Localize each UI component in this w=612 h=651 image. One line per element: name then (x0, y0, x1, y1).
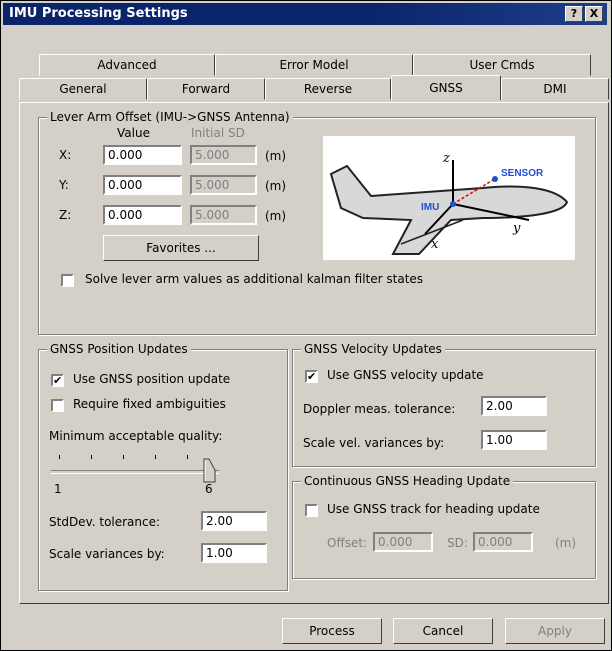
doppler-tolerance-label: Doppler meas. tolerance: (303, 402, 456, 416)
window-title: IMU Processing Settings (9, 6, 188, 21)
use-gnss-position-label: Use GNSS position update (73, 372, 231, 386)
value-header: Value (117, 126, 150, 140)
process-button[interactable]: Process (282, 618, 382, 644)
scale-variances-field[interactable]: 1.00 (201, 543, 267, 563)
quality-tick (155, 455, 156, 459)
apply-button: Apply (505, 618, 605, 644)
z-unit: (m) (265, 209, 287, 223)
imu-settings-dialog: IMU Processing Settings ? X Advanced Err… (0, 0, 612, 651)
y-unit: (m) (265, 179, 287, 193)
diagram-z-label: z (442, 151, 450, 166)
title-bar: IMU Processing Settings ? X (3, 3, 607, 25)
require-fixed-label: Require fixed ambiguities (73, 397, 226, 411)
heading-update-legend: Continuous GNSS Heading Update (301, 474, 514, 488)
tab-advanced[interactable]: Advanced (39, 54, 215, 76)
diagram-x-label: x (431, 237, 439, 252)
heading-unit: (m) (555, 536, 577, 550)
gnss-velocity-group: GNSS Velocity Updates ✔ Use GNSS velocit… (292, 342, 596, 467)
quality-label: Minimum acceptable quality: (49, 429, 223, 443)
tab-gnss[interactable]: GNSS (391, 75, 501, 100)
heading-sd-label: SD: (447, 536, 468, 550)
gnss-position-legend: GNSS Position Updates (47, 342, 191, 356)
quality-max-label: 6 (205, 482, 213, 496)
stddev-tolerance-label: StdDev. tolerance: (49, 515, 161, 529)
diagram-y-label: y (512, 221, 521, 236)
initial-sd-header: Initial SD (191, 126, 245, 140)
lever-arm-group: Lever Arm Offset (IMU->GNSS Antenna) Val… (38, 110, 596, 335)
scale-vel-variances-field[interactable]: 1.00 (481, 430, 547, 450)
quality-min-label: 1 (54, 482, 62, 496)
gnss-position-group: GNSS Position Updates ✔ Use GNSS positio… (38, 342, 288, 591)
solve-lever-arm-label: Solve lever arm values as additional kal… (85, 272, 424, 286)
tab-forward[interactable]: Forward (147, 78, 265, 100)
tab-reverse[interactable]: Reverse (265, 78, 391, 100)
use-gnss-track-label: Use GNSS track for heading update (327, 502, 540, 516)
x-label: X: (59, 148, 72, 162)
quality-tick (187, 455, 188, 459)
quality-tick (123, 455, 124, 459)
favorites-button[interactable]: Favorites ... (103, 235, 259, 261)
use-gnss-velocity-label: Use GNSS velocity update (327, 368, 484, 382)
lever-arm-diagram: z y x IMU SENSOR (323, 136, 575, 260)
quality-tick (59, 455, 60, 459)
quality-slider-thumb[interactable] (203, 458, 217, 484)
y-sd-field: 5.000 (190, 175, 257, 195)
gnss-tab-panel: Lever Arm Offset (IMU->GNSS Antenna) Val… (19, 102, 609, 604)
tab-dmi[interactable]: DMI (501, 78, 609, 100)
require-fixed-checkbox[interactable] (51, 399, 64, 412)
tab-user-cmds[interactable]: User Cmds (413, 54, 591, 76)
solve-lever-arm-checkbox[interactable] (61, 274, 74, 287)
z-sd-field: 5.000 (190, 205, 257, 225)
y-label: Y: (59, 178, 69, 192)
x-unit: (m) (265, 149, 287, 163)
scale-variances-label: Scale variances by: (49, 547, 165, 561)
x-value-field[interactable]: 0.000 (103, 145, 182, 165)
doppler-tolerance-field[interactable]: 2.00 (481, 396, 547, 416)
heading-offset-field: 0.000 (373, 532, 433, 552)
cancel-button[interactable]: Cancel (393, 618, 493, 644)
use-gnss-position-checkbox[interactable]: ✔ (51, 374, 64, 387)
tab-error-model[interactable]: Error Model (215, 54, 413, 76)
gnss-velocity-legend: GNSS Velocity Updates (301, 342, 445, 356)
z-label: Z: (59, 208, 72, 222)
airplane-diagram: z y x IMU SENSOR (329, 151, 569, 255)
heading-offset-label: Offset: (327, 536, 368, 550)
close-button[interactable]: X (585, 6, 603, 22)
diagram-imu-label: IMU (421, 202, 439, 213)
help-button[interactable]: ? (565, 6, 583, 22)
stddev-tolerance-field[interactable]: 2.00 (201, 511, 267, 531)
lever-arm-legend: Lever Arm Offset (IMU->GNSS Antenna) (47, 110, 293, 124)
z-value-field[interactable]: 0.000 (103, 205, 182, 225)
diagram-sensor-label: SENSOR (501, 168, 544, 179)
x-sd-field: 5.000 (190, 145, 257, 165)
quality-tick (91, 455, 92, 459)
scale-vel-variances-label: Scale vel. variances by: (303, 436, 445, 450)
heading-update-group: Continuous GNSS Heading Update Use GNSS … (292, 474, 596, 579)
quality-slider-track (51, 470, 219, 474)
use-gnss-track-checkbox[interactable] (305, 504, 318, 517)
use-gnss-velocity-checkbox[interactable]: ✔ (305, 370, 318, 383)
tab-general[interactable]: General (19, 78, 147, 100)
y-value-field[interactable]: 0.000 (103, 175, 182, 195)
heading-sd-field: 0.000 (473, 532, 533, 552)
